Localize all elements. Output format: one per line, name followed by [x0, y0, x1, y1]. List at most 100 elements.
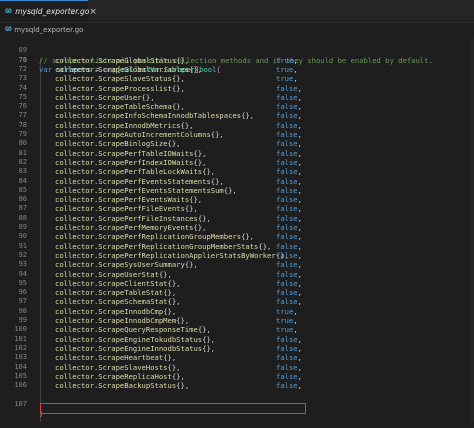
value-comma: , [297, 148, 302, 158]
bool-literal: false [276, 185, 298, 195]
bool-value: false, [276, 177, 302, 186]
value-comma: , [297, 139, 302, 149]
value-comma: , [297, 241, 302, 251]
bool-value: false, [276, 93, 302, 102]
code-line: 75 collector.ScrapeUser{}, false, [0, 93, 474, 102]
bool-value: false, [276, 353, 302, 362]
bool-value: false, [276, 139, 302, 148]
scraper-name: collector.ScrapePerfReplicationApplierSt… [55, 250, 276, 260]
value-comma: , [297, 130, 302, 139]
line-number: 92 [18, 250, 27, 259]
breadcrumb-file[interactable]: mysqld_exporter.go [14, 26, 83, 34]
bool-literal: false [276, 371, 298, 381]
scraper-suffix: {}, [163, 288, 177, 298]
tab-label: mysqld_exporter.go [15, 7, 90, 16]
bool-literal: false [276, 223, 298, 232]
bool-value: false, [276, 84, 302, 93]
scraper-suffix: {}, [223, 185, 237, 195]
scraper-name: collector.ScrapeUserStat [55, 269, 159, 279]
scraper-key: collector.ScrapeSlaveStatus{}, [55, 74, 185, 83]
line-number: 93 [18, 260, 27, 269]
value-comma: , [297, 92, 302, 102]
scraper-suffix: {}, [180, 120, 194, 130]
code-line: 71 collector.ScrapeGlobalStatus{}, true, [0, 56, 474, 65]
line-number: 97 [18, 297, 27, 306]
bool-value: false, [276, 242, 302, 251]
value-comma: , [297, 167, 302, 177]
value-comma: , [297, 223, 302, 232]
scraper-suffix: {}, [176, 316, 190, 325]
code-line: 74 collector.ScrapeProcesslist{}, false, [0, 84, 474, 93]
line-number: 83 [18, 167, 27, 176]
value-comma: , [297, 176, 302, 186]
bool-literal: false [276, 167, 298, 177]
scraper-name: collector.ScrapeEngineInnodbStatus [55, 343, 203, 353]
bool-value: false, [276, 158, 302, 167]
close-icon[interactable]: × [89, 7, 97, 17]
line-number: 75 [18, 92, 27, 101]
scraper-key: collector.ScrapePerfReplicationGroupMemb… [55, 232, 254, 241]
bool-value: false, [276, 204, 302, 213]
line-number: 96 [18, 288, 27, 297]
bool-literal: false [276, 381, 298, 391]
scraper-key: collector.ScrapeReplicaHost{}, [55, 372, 185, 381]
value-comma: , [297, 213, 302, 223]
bool-literal: false [276, 250, 298, 260]
go-file-icon: GO [5, 8, 12, 15]
bool-literal: true [276, 306, 294, 316]
scraper-name: collector.ScrapeSchemaStat [55, 297, 168, 307]
scraper-suffix: {}, [171, 83, 185, 93]
line-number: 89 [18, 223, 27, 231]
code-line: 98 collector.ScrapeInnodbCmp{}, true, [0, 307, 474, 316]
scraper-name: collector.ScrapePerfReplicationGroupMemb… [55, 241, 259, 251]
bool-literal: false [276, 297, 298, 307]
bool-value: true, [276, 56, 298, 65]
scraper-key: collector.ScrapePerfReplicationApplierSt… [55, 251, 289, 260]
line-number: 72 [18, 64, 27, 73]
bool-literal: false [276, 232, 298, 242]
scraper-name: collector.ScrapeProcesslist [55, 83, 172, 93]
scraper-name: collector.ScrapeSlaveHosts [55, 362, 168, 372]
scraper-key: collector.ScrapeGlobalVariables{}, [55, 65, 202, 74]
code-line: 81 collector.ScrapePerfTableIOWaits{}, fal… [0, 149, 474, 158]
bool-value: false, [276, 149, 302, 158]
scraper-suffix: {}, [176, 55, 190, 65]
line-number: 105 [14, 371, 27, 380]
scraper-key: collector.ScrapeQueryResponseTime{}, [55, 325, 211, 334]
code-line: 72 collector.ScrapeGlobalVariables{}, true… [0, 65, 474, 74]
line-number: 94 [18, 269, 27, 278]
scraper-name: collector.ScrapeEngineTokudbStatus [55, 334, 203, 344]
bool-value: false, [276, 335, 302, 344]
scraper-key: collector.ScrapeGlobalStatus{}, [55, 56, 189, 65]
line-number: 77 [18, 111, 27, 120]
code-editor[interactable]: 69 // scrapers lists all possible collec… [0, 37, 474, 423]
scraper-name: collector.ScrapeClientStat [55, 278, 168, 288]
scraper-suffix: {}, [241, 232, 255, 242]
scraper-key: collector.ScrapeProcesslist{}, [55, 84, 185, 93]
scraper-key: collector.ScrapeInnodbMetrics{}, [55, 121, 193, 130]
value-comma: , [293, 64, 298, 74]
value-comma: , [297, 260, 302, 270]
breadcrumb: GO mysqld_exporter.go [0, 23, 474, 36]
highlight-box [40, 403, 306, 414]
scraper-name: collector.ScrapeTableStat [55, 288, 164, 298]
value-comma: , [297, 111, 302, 121]
scraper-key: collector.ScrapeSysUserSummary{}, [55, 260, 198, 269]
line-number: 78 [18, 120, 27, 129]
scraper-name: collector.ScrapePerfTableIOWaits [55, 148, 194, 158]
scraper-name: collector.ScrapeSysUserSummary [55, 260, 185, 270]
bool-value: false, [276, 167, 302, 176]
code-line: 93 collector.ScrapeSysUserSummary{}, false… [0, 260, 474, 269]
tab-mysqld-exporter[interactable]: GO mysqld_exporter.go × [0, 0, 97, 22]
scraper-suffix: {}, [210, 176, 224, 186]
scraper-suffix: {}, [210, 130, 224, 139]
bool-literal: false [276, 260, 298, 270]
scraper-key: collector.ScrapePerfTableIOWaits{}, [55, 149, 206, 158]
value-comma: , [297, 371, 302, 381]
scraper-name: collector.ScrapeSlaveStatus [55, 74, 172, 84]
value-comma: , [297, 288, 302, 298]
bool-value: false, [276, 130, 302, 139]
editor-tab-bar: GO mysqld_exporter.go × [0, 0, 474, 23]
scraper-suffix: {}, [171, 371, 185, 381]
scraper-suffix: {}, [193, 157, 207, 167]
